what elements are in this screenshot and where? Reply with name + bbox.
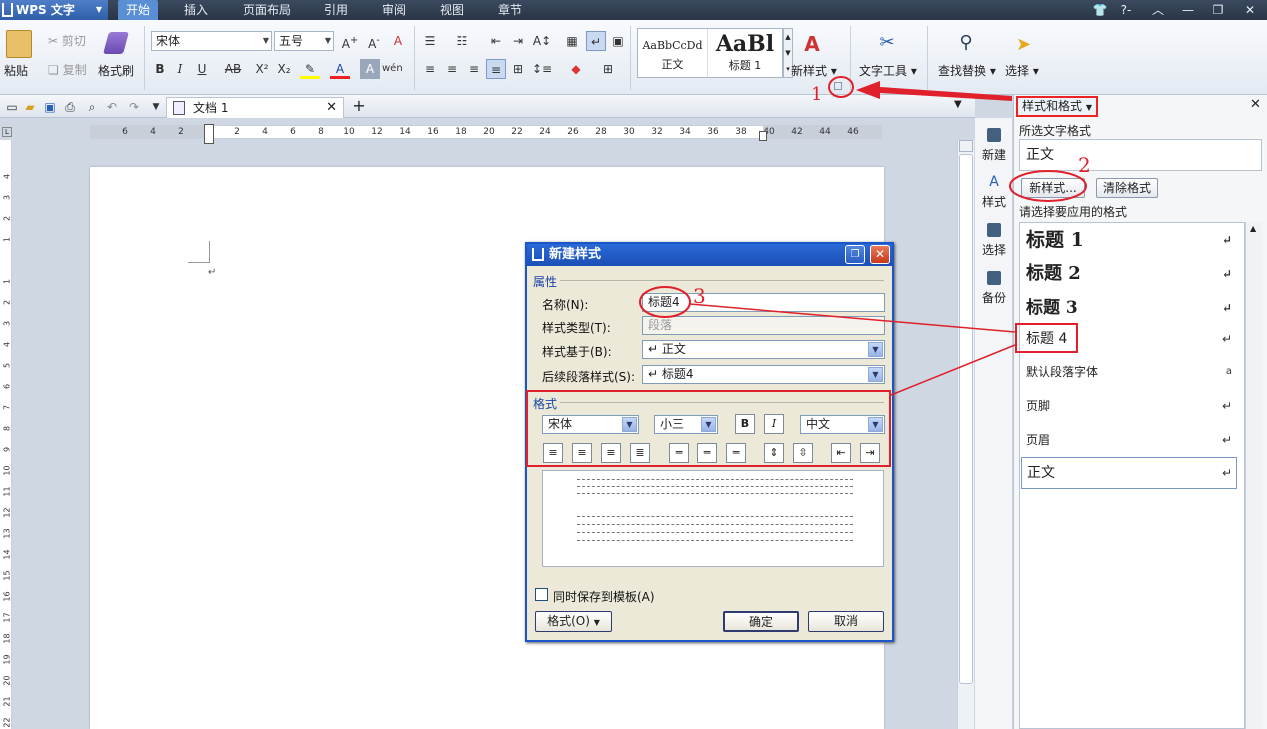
annotation-overlay — [639, 76, 1087, 396]
annotation-line-name — [689, 303, 1016, 333]
annotation-label-3: 3 — [693, 284, 706, 308]
annotation-arrow — [856, 81, 1012, 101]
annotation-circle-2 — [1009, 170, 1087, 202]
annotation-label-2: 2 — [1078, 153, 1091, 177]
annotation-label-1: 1 — [811, 84, 823, 105]
annotation-circle-3 — [639, 286, 691, 318]
annotation-line-format — [890, 344, 1016, 396]
annotation-circle-1 — [828, 76, 854, 98]
